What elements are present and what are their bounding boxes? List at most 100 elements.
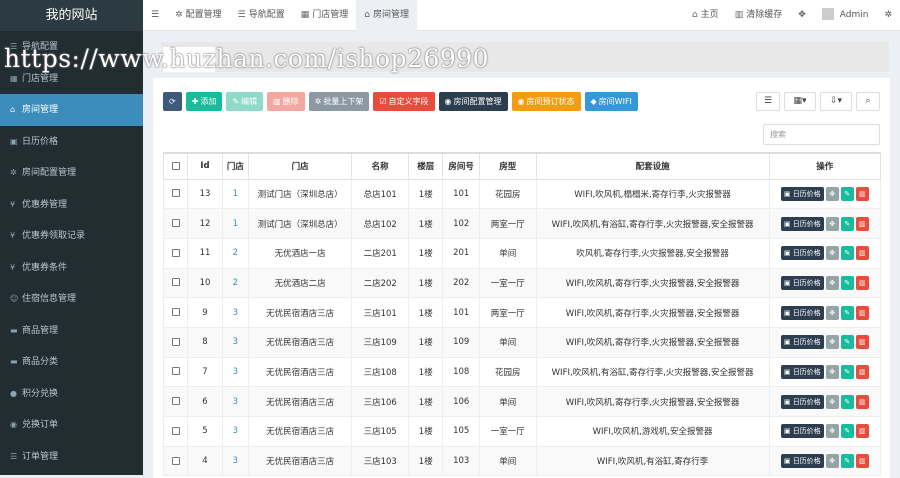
row-checkbox[interactable]: [162, 386, 189, 417]
table-row[interactable]: 11 2 无优酒店一店 二店201 1楼 201 单间 吹风机,寄存行李,火灾报警器,安全报警…: [162, 237, 882, 269]
search-input[interactable]: 搜索: [763, 124, 880, 145]
row-checkbox[interactable]: [162, 267, 189, 299]
drag-button[interactable]: ✥: [825, 454, 839, 469]
tab-2[interactable]: ▦ 门店管理: [293, 0, 357, 31]
add-button[interactable]: ✚ 添加: [185, 92, 223, 111]
row-edit-button[interactable]: ✎: [840, 186, 854, 201]
col-room-number[interactable]: 房间号: [442, 152, 480, 180]
row-edit-button[interactable]: ✎: [840, 424, 854, 439]
col-store-id[interactable]: 门店: [221, 152, 250, 180]
sidebar-item-9[interactable]: ▬ 商品管理: [0, 315, 143, 347]
tab-0[interactable]: ✲ 配置管理: [167, 0, 230, 31]
tab-3[interactable]: ⌂ 房间管理: [356, 0, 417, 31]
sidebar-item-5[interactable]: ¥ 优惠券管理: [0, 189, 143, 221]
batch-shelf-button[interactable]: ✲ 批量上下架: [308, 92, 370, 111]
search-toggle-button[interactable]: ⌕: [856, 92, 880, 111]
brand-logo[interactable]: 我的网站: [0, 0, 143, 31]
row-checkbox[interactable]: [162, 208, 189, 239]
col-room-type[interactable]: 房型: [478, 152, 537, 180]
user-menu[interactable]: Admin: [814, 0, 877, 31]
table-row[interactable]: 13 1 测试门店（深圳总店） 总店101 1楼 101 花园房 WIFI,吹风机,榻榻米,寄…: [162, 178, 882, 210]
row-checkbox[interactable]: [162, 326, 189, 358]
cell-store-id[interactable]: 3: [221, 356, 250, 388]
row-delete-button[interactable]: ▥: [855, 335, 869, 350]
row-checkbox[interactable]: [162, 297, 189, 328]
cell-store-id[interactable]: 1: [221, 178, 250, 210]
sidebar-item-8[interactable]: ☺ 住宿信息管理: [0, 283, 143, 315]
columns-button[interactable]: ▦▾: [784, 92, 816, 111]
cell-store-id[interactable]: 1: [221, 208, 250, 239]
cell-store-id[interactable]: 3: [221, 445, 250, 477]
menu-toggle-icon[interactable]: ☰: [143, 0, 167, 31]
table-row[interactable]: 8 3 无优民宿酒店三店 三店109 1楼 109 单间 WIFI,吹风机,寄存行李,火灾报警…: [162, 326, 882, 358]
drag-button[interactable]: ✥: [825, 186, 839, 201]
table-row[interactable]: 4 3 无优民宿酒店三店 三店103 1楼 103 单间 WIFI,吹风机,有浴缸,寄存行李 ▣…: [162, 445, 882, 477]
row-delete-button[interactable]: ▥: [855, 275, 869, 290]
sidebar-item-7[interactable]: ¥ 优惠券条件: [0, 252, 143, 284]
drag-button[interactable]: ✥: [825, 246, 839, 261]
cell-store-id[interactable]: 3: [221, 326, 250, 358]
calendar-price-button[interactable]: ▣ 日历价格: [780, 246, 824, 261]
settings-button[interactable]: ✲: [876, 0, 900, 31]
row-delete-button[interactable]: ▥: [855, 454, 869, 469]
table-row[interactable]: 5 3 无优民宿酒店三店 三店105 1楼 105 一室一厅 WIFI,吹风机,游戏机,安全报…: [162, 416, 882, 447]
table-row[interactable]: 9 3 无优民宿酒店三店 三店101 1楼 101 两室一厅 WIFI,吹风机,寄存行李,火灾…: [162, 297, 882, 328]
row-edit-button[interactable]: ✎: [840, 364, 854, 379]
drag-button[interactable]: ✥: [825, 275, 839, 290]
row-edit-button[interactable]: ✎: [840, 454, 854, 469]
delete-button[interactable]: ▥ 删除: [267, 92, 305, 111]
custom-field-button[interactable]: ☑ 自定义字段: [373, 92, 435, 111]
row-edit-button[interactable]: ✎: [840, 394, 854, 409]
drag-button[interactable]: ✥: [825, 394, 839, 409]
row-delete-button[interactable]: ▥: [855, 246, 869, 261]
row-checkbox[interactable]: [162, 445, 189, 477]
clear-cache-link[interactable]: ▥ 清除缓存: [727, 0, 791, 31]
row-delete-button[interactable]: ▥: [855, 305, 869, 320]
table-row[interactable]: 12 1 测试门店（深圳总店） 总店102 1楼 102 两室一厅 WIFI,吹风机,有浴缸,…: [162, 208, 882, 239]
table-row[interactable]: 10 2 无优酒店二店 二店202 1楼 202 一室一厅 WIFI,吹风机,寄存行李,火灾报…: [162, 267, 882, 299]
row-checkbox[interactable]: [162, 416, 189, 447]
row-edit-button[interactable]: ✎: [840, 246, 854, 261]
sidebar-item-4[interactable]: ✲ 房间配置管理: [0, 157, 143, 189]
col-id[interactable]: Id: [187, 152, 223, 180]
row-checkbox[interactable]: [162, 237, 189, 269]
col-name[interactable]: 名称: [351, 152, 410, 180]
row-delete-button[interactable]: ▥: [855, 186, 869, 201]
refresh-button[interactable]: ⟳: [163, 92, 182, 111]
room-status-button[interactable]: ◉ 房间预订状态: [511, 92, 581, 111]
select-all-checkbox[interactable]: [162, 152, 189, 180]
sidebar-item-6[interactable]: ¥ 优惠券领取记录: [0, 220, 143, 252]
sidebar-item-13[interactable]: ☰ 订单管理: [0, 441, 143, 473]
cell-store-id[interactable]: 3: [221, 416, 250, 447]
drag-button[interactable]: ✥: [825, 216, 839, 231]
row-delete-button[interactable]: ▥: [855, 364, 869, 379]
cell-store-id[interactable]: 2: [221, 237, 250, 269]
sidebar-item-3[interactable]: ▣ 日历价格: [0, 126, 143, 158]
sidebar-item-2[interactable]: ⌂ 房间管理: [0, 94, 143, 126]
sidebar-item-12[interactable]: ◉ 兑换订单: [0, 409, 143, 441]
drag-button[interactable]: ✥: [825, 424, 839, 439]
row-delete-button[interactable]: ▥: [855, 216, 869, 231]
calendar-price-button[interactable]: ▣ 日历价格: [780, 364, 824, 379]
tab-1[interactable]: ☰ 导航配置: [230, 0, 293, 31]
toggle-view-button[interactable]: ☰: [756, 92, 780, 111]
row-delete-button[interactable]: ▥: [855, 394, 869, 409]
row-edit-button[interactable]: ✎: [840, 216, 854, 231]
edit-button[interactable]: ✎ 编辑: [226, 92, 264, 111]
home-link[interactable]: ⌂ 主页: [684, 0, 727, 31]
room-config-button[interactable]: ◉ 房间配置管理: [438, 92, 508, 111]
fullscreen-button[interactable]: ✥: [790, 0, 814, 31]
row-checkbox[interactable]: [162, 178, 189, 210]
room-wifi-button[interactable]: ◆ 房间WIFI: [584, 92, 638, 111]
table-row[interactable]: 6 3 无优民宿酒店三店 三店106 1楼 106 单间 WIFI,吹风机,寄存行李,火灾报警…: [162, 386, 882, 417]
row-edit-button[interactable]: ✎: [840, 335, 854, 350]
cell-store-id[interactable]: 3: [221, 297, 250, 328]
drag-button[interactable]: ✥: [825, 364, 839, 379]
row-edit-button[interactable]: ✎: [840, 305, 854, 320]
calendar-price-button[interactable]: ▣ 日历价格: [780, 275, 824, 290]
calendar-price-button[interactable]: ▣ 日历价格: [780, 216, 824, 231]
calendar-price-button[interactable]: ▣ 日历价格: [780, 424, 824, 439]
drag-button[interactable]: ✥: [825, 335, 839, 350]
export-button[interactable]: ⇩▾: [820, 92, 852, 111]
sidebar-item-11[interactable]: ● 积分兑换: [0, 378, 143, 410]
